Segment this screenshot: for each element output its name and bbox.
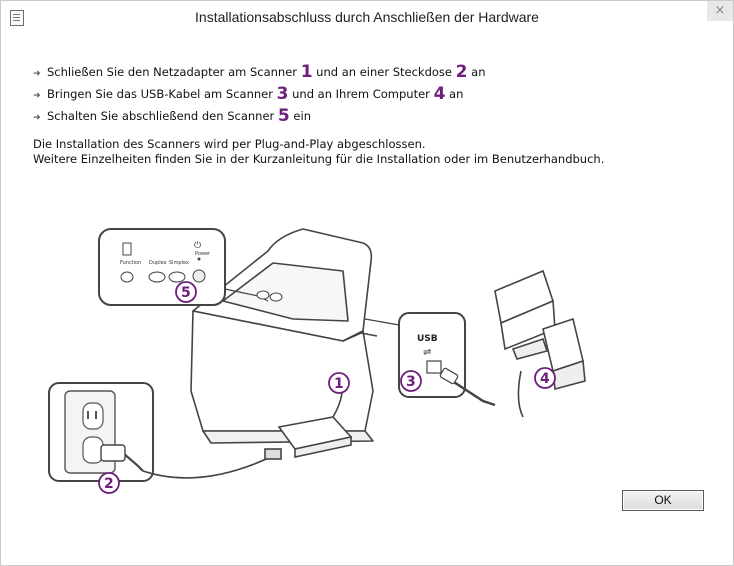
window-title: Installationsabschluss durch Anschließen… — [195, 9, 539, 25]
step-text: Schließen Sie den Netzadapter am Scanner — [47, 65, 301, 79]
power-button-icon — [192, 269, 206, 283]
function-label: Function — [120, 260, 141, 266]
step-text: an — [445, 87, 464, 101]
dialog-window: Installationsabschluss durch Anschließen… — [0, 0, 734, 566]
usb-label: USB — [417, 334, 438, 344]
description-line: Weitere Einzelheiten finden Sie in der K… — [33, 152, 605, 166]
arrow-bullet-icon: ➜ — [33, 91, 41, 101]
svg-text:3: 3 — [406, 374, 416, 390]
step-text: Schalten Sie abschließend den Scanner — [47, 109, 278, 123]
usb-port-icon — [426, 360, 442, 374]
duplex-label: Duplex — [149, 260, 167, 266]
step-list: ➜ Schließen Sie den Netzadapter am Scanne… — [33, 61, 693, 127]
step-text: und an Ihrem Computer — [288, 87, 434, 101]
step-text: und an einer Steckdose — [312, 65, 456, 79]
simplex-label: Simplex — [169, 260, 189, 266]
duplex-button-icon — [148, 271, 166, 283]
step-number: 4 — [433, 84, 446, 104]
step-item: ➜ Bringen Sie das USB-Kabel am Scanner 3 … — [33, 83, 693, 105]
callout-badge: 1 — [328, 372, 350, 394]
power-led-icon — [197, 257, 201, 261]
step-item: ➜ Schalten Sie abschließend den Scanner 5… — [33, 105, 693, 127]
callout-badge: 3 — [400, 370, 422, 392]
step-text: ein — [289, 109, 311, 123]
description-line: Die Installation des Scanners wird per P… — [33, 137, 426, 151]
step-number: 1 — [300, 62, 313, 82]
usb-symbol-icon: ⇌ — [423, 347, 431, 358]
description: Die Installation des Scanners wird per P… — [33, 137, 723, 167]
step-number: 2 — [455, 62, 468, 82]
step-number: 3 — [276, 84, 289, 104]
svg-text:4: 4 — [540, 371, 550, 387]
computer-illustration — [494, 269, 586, 418]
ok-button[interactable]: OK — [622, 490, 704, 511]
outlet-callout — [48, 382, 154, 482]
simplex-button-icon — [168, 271, 186, 283]
svg-text:5: 5 — [181, 285, 191, 301]
step-number: 5 — [277, 106, 290, 126]
close-button[interactable]: × — [707, 1, 733, 21]
step-item: ➜ Schließen Sie den Netzadapter am Scanne… — [33, 61, 693, 83]
usb-callout: USB ⇌ — [364, 312, 496, 407]
callout-badge: 4 — [534, 367, 556, 389]
arrow-bullet-icon: ➜ — [33, 113, 41, 123]
power-icon: ⏻ — [194, 240, 201, 251]
callout-badge: 5 — [175, 281, 197, 303]
svg-text:1: 1 — [334, 376, 344, 392]
hardware-connection-illustration: Function Duplex Simplex Power ⏻ USB ⇌ 1 … — [48, 228, 586, 494]
function-button-icon — [120, 271, 134, 283]
power-label: Power — [195, 251, 211, 257]
step-text: Bringen Sie das USB-Kabel am Scanner — [47, 87, 277, 101]
title-bar: Installationsabschluss durch Anschließen… — [1, 1, 733, 35]
callout-badge: 2 — [98, 472, 120, 494]
step-text: an — [467, 65, 486, 79]
arrow-bullet-icon: ➜ — [33, 69, 41, 79]
svg-text:2: 2 — [104, 476, 114, 492]
